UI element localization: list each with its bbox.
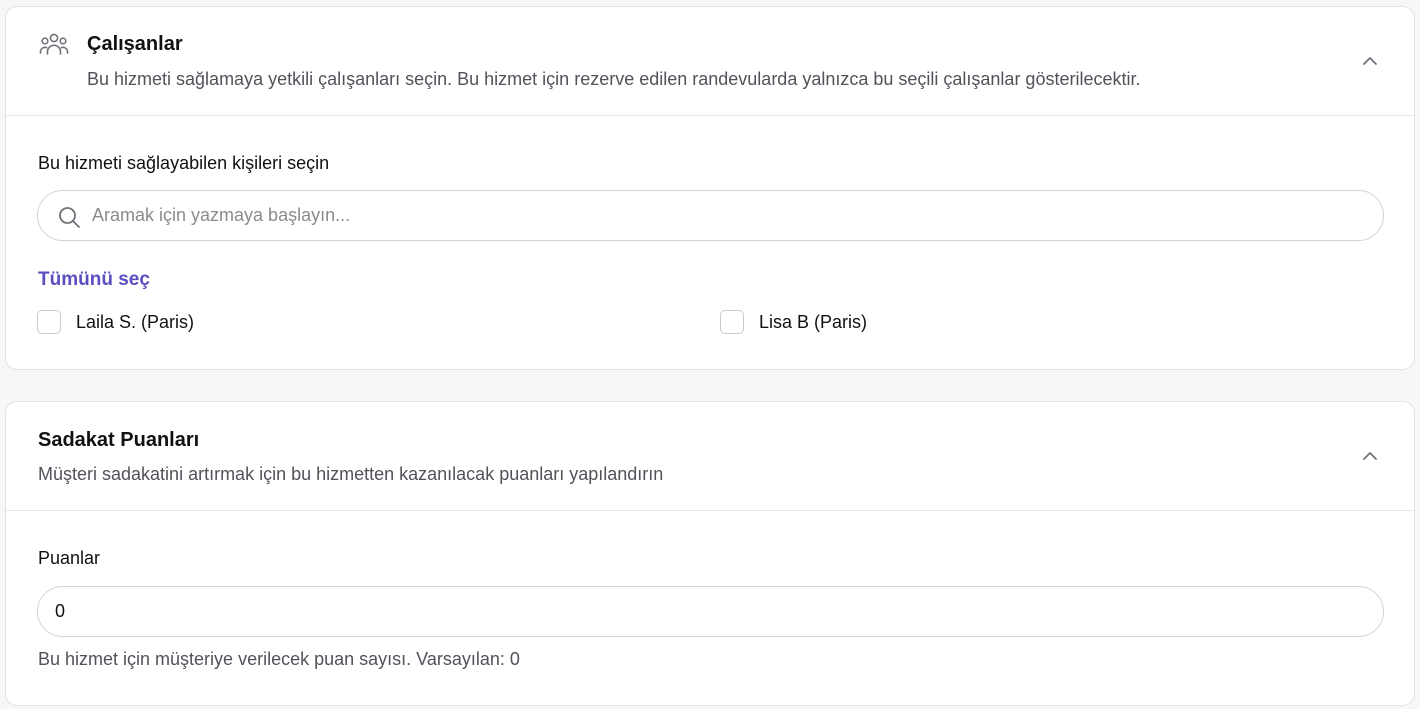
employee-name: Lisa B (Paris) xyxy=(759,311,868,332)
employee-option-laila[interactable]: Laila S. (Paris) xyxy=(37,309,194,335)
loyalty-card: Sadakat Puanları Müşteri sadakatini artı… xyxy=(5,401,1415,706)
employees-section-title: Çalışanlar xyxy=(87,33,183,55)
search-icon xyxy=(56,204,82,230)
employee-option-lisa[interactable]: Lisa B (Paris) xyxy=(720,309,867,335)
points-input[interactable] xyxy=(55,587,1355,636)
points-helper-text: Bu hizmet için müşteriye verilecek puan … xyxy=(38,649,520,669)
chevron-up-icon[interactable] xyxy=(1356,47,1384,75)
employee-name: Laila S. (Paris) xyxy=(76,311,195,332)
chevron-up-icon[interactable] xyxy=(1356,442,1384,470)
employee-checkbox[interactable] xyxy=(37,310,61,334)
points-box xyxy=(37,586,1384,637)
loyalty-section-subtitle: Müşteri sadakatini artırmak için bu hizm… xyxy=(38,464,664,484)
loyalty-section-title: Sadakat Puanları xyxy=(38,429,200,451)
employees-section-subtitle: Bu hizmeti sağlamaya yetkili çalışanları… xyxy=(87,69,1141,89)
people-group-icon xyxy=(38,31,70,59)
employees-card-header[interactable]: Çalışanlar Bu hizmeti sağlamaya yetkili … xyxy=(6,7,1414,116)
employee-checkbox[interactable] xyxy=(720,310,744,334)
employees-card: Çalışanlar Bu hizmeti sağlamaya yetkili … xyxy=(5,6,1415,370)
employee-search-input[interactable] xyxy=(92,191,1362,240)
select-all-link[interactable]: Tümünü seç xyxy=(38,269,150,291)
employees-field-label: Bu hizmeti sağlayabilen kişileri seçin xyxy=(38,153,330,173)
loyalty-card-header[interactable]: Sadakat Puanları Müşteri sadakatini artı… xyxy=(6,402,1414,511)
points-field-label: Puanlar xyxy=(38,548,101,568)
employee-search-box xyxy=(37,190,1384,241)
